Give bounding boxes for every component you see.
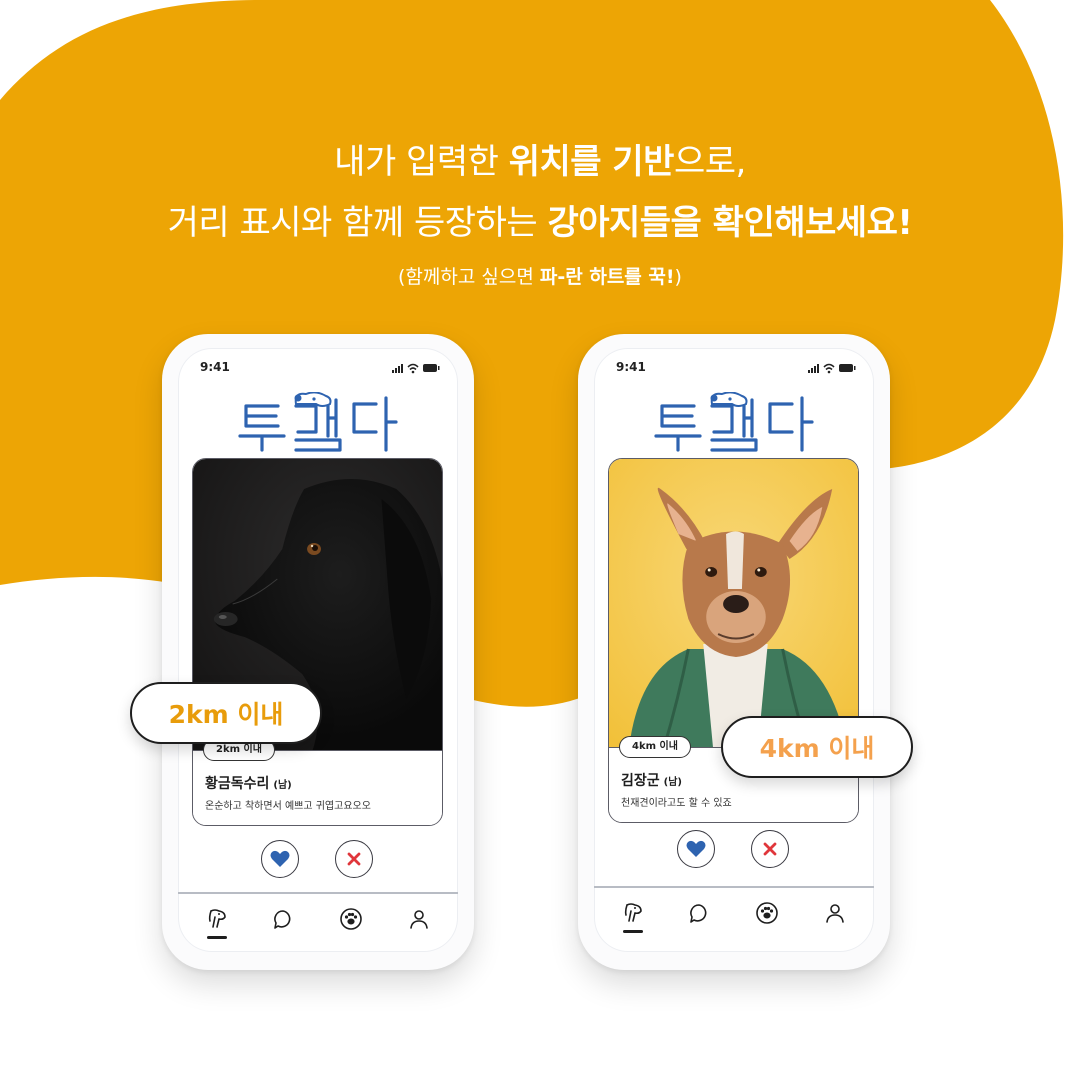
close-icon	[763, 842, 777, 856]
distance-badge: 4km 이내	[619, 736, 691, 758]
dog-icon	[208, 909, 226, 928]
tab-home[interactable]	[204, 906, 230, 932]
user-icon	[410, 910, 428, 929]
dog-info-panel: 2km 이내 황금독수리 (남) 온순하고 착하면서 예쁘고 귀엽고요오오	[193, 739, 442, 825]
dog-description: 온순하고 착하면서 예쁘고 귀엽고요오오	[205, 801, 371, 812]
phone-mockup-1: 9:41 2km 이내 황금독수리 (남) 온순하고 착하면서 예쁘고 귀엽고요…	[162, 334, 474, 970]
paw-icon	[756, 902, 778, 924]
app-logo	[654, 392, 814, 452]
close-icon	[347, 852, 361, 866]
dog-photo	[609, 459, 858, 749]
like-button[interactable]	[261, 840, 299, 878]
dog-gender: (남)	[663, 777, 682, 788]
active-tab-indicator	[207, 936, 227, 939]
tab-home[interactable]	[620, 900, 646, 926]
status-icons	[808, 363, 856, 374]
tab-profile[interactable]	[406, 906, 432, 932]
status-time: 9:41	[616, 360, 646, 374]
dog-name: 김장군 (남)	[621, 773, 682, 789]
user-icon	[826, 904, 844, 923]
app-logo	[238, 392, 398, 452]
headline-line-2: 거리 표시와 함께 등장하는 강아지들을 확인해보세요!	[167, 203, 913, 243]
paw-icon	[340, 908, 362, 930]
bottom-tab-bar	[178, 892, 458, 952]
distance-callout-4km: 4km 이내	[721, 716, 913, 778]
chat-bubble-icon	[690, 904, 707, 923]
dog-name: 황금독수리 (남)	[205, 776, 292, 792]
active-tab-indicator	[623, 930, 643, 933]
tab-chat[interactable]	[686, 900, 712, 926]
pass-button[interactable]	[751, 830, 789, 868]
heart-icon	[686, 840, 706, 857]
status-icons	[392, 363, 440, 374]
headline-subtext: (함께하고 싶으면 파-란 하트를 꾹!)	[398, 266, 682, 288]
dog-gender: (남)	[273, 780, 292, 791]
tab-profile[interactable]	[822, 900, 848, 926]
chat-bubble-icon	[274, 910, 291, 929]
dog-icon	[624, 903, 642, 922]
tab-paw[interactable]	[338, 906, 364, 932]
distance-callout-2km: 2km 이내	[130, 682, 322, 744]
phone-screen: 9:41	[178, 348, 458, 952]
pass-button[interactable]	[335, 840, 373, 878]
tab-paw[interactable]	[754, 900, 780, 926]
dog-profile-card[interactable]: 2km 이내 황금독수리 (남) 온순하고 착하면서 예쁘고 귀엽고요오오	[192, 458, 443, 826]
dog-description: 천재견이라고도 할 수 있죠	[621, 798, 732, 809]
like-button[interactable]	[677, 830, 715, 868]
phone-screen: 9:41	[594, 348, 874, 952]
bottom-tab-bar	[594, 886, 874, 946]
phone-mockup-2: 9:41 4km 이내 김장군 (남) 천재견이라고도 할 수 있죠	[578, 334, 890, 970]
heart-icon	[270, 850, 290, 867]
headline-line-1: 내가 입력한 위치를 기반으로,	[334, 142, 746, 182]
tab-chat[interactable]	[270, 906, 296, 932]
status-time: 9:41	[200, 360, 230, 374]
